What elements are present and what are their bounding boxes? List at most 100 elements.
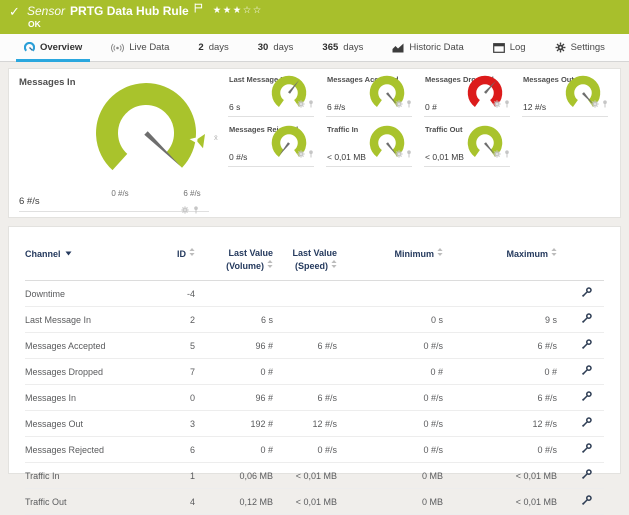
channel-name: Messages In <box>25 385 147 411</box>
tab-365-days[interactable]: 365days <box>314 34 371 61</box>
pin-icon[interactable] <box>406 95 412 113</box>
table-row[interactable]: Messages In096 #6 #/s0 #/s6 #/s <box>25 385 604 411</box>
last-value-speed <box>273 359 337 385</box>
channel-settings-icon[interactable] <box>581 313 592 326</box>
gauge-value: 6 #/s <box>19 196 40 207</box>
col-header-minimum[interactable]: Minimum <box>337 239 443 281</box>
sort-icon <box>551 247 557 259</box>
tab-bar: Overview Live Data 2days 30days 365days Histo… <box>0 34 629 62</box>
gear-icon[interactable] <box>591 95 599 113</box>
primary-channel-gauge[interactable]: Messages In 0 #/s 6 #/s 6 #/s x̄ <box>9 69 228 217</box>
table-row[interactable]: Messages Rejected60 #0 #/s0 #/s0 #/s <box>25 437 604 463</box>
table-row[interactable]: Messages Accepted596 #6 #/s0 #/s6 #/s <box>25 333 604 359</box>
mini-gauge-actions <box>493 95 510 113</box>
gauge-scale-max: 6 #/s <box>171 189 213 198</box>
last-value-speed: 12 #/s <box>273 411 337 437</box>
gauge-traffic-in[interactable]: Traffic In< 0,01 MB <box>326 123 412 167</box>
col-header-id[interactable]: ID <box>147 239 195 281</box>
col-header-maximum[interactable]: Maximum <box>443 239 557 281</box>
table-row[interactable]: Traffic In10,06 MB< 0,01 MB0 MB< 0,01 MB <box>25 463 604 489</box>
pin-icon[interactable] <box>504 145 510 163</box>
pin-icon[interactable] <box>193 201 199 219</box>
channel-settings-icon[interactable] <box>581 495 592 508</box>
pin-icon[interactable] <box>308 95 314 113</box>
gauge-actions <box>181 201 199 219</box>
tab-log[interactable]: Log <box>485 34 534 61</box>
flag-icon[interactable] <box>194 2 203 16</box>
last-value-speed: 0 #/s <box>273 437 337 463</box>
gear-icon[interactable] <box>493 95 501 113</box>
channel-settings-icon[interactable] <box>581 391 592 404</box>
gear-icon[interactable] <box>297 145 305 163</box>
channel-settings-icon[interactable] <box>581 339 592 352</box>
gauge-scale-min: 0 #/s <box>102 189 138 198</box>
channel-id: 6 <box>147 437 195 463</box>
pin-icon[interactable] <box>308 145 314 163</box>
gear-icon[interactable] <box>181 201 189 219</box>
minimum-value <box>337 281 443 307</box>
status-badge: OK <box>28 19 41 29</box>
pin-icon[interactable] <box>406 145 412 163</box>
mini-gauge-actions <box>297 145 314 163</box>
gear-icon[interactable] <box>493 145 501 163</box>
channel-settings-icon[interactable] <box>581 417 592 430</box>
tab-overview[interactable]: Overview <box>16 34 90 61</box>
gauge-messages-rejected[interactable]: Messages Rejected0 #/s <box>228 123 314 167</box>
status-ok-check-icon: ✓ <box>9 4 20 20</box>
tab-settings[interactable]: Settings <box>547 34 613 61</box>
tab-historic-data[interactable]: Historic Data <box>384 34 471 61</box>
gauges-panel: Messages In 0 #/s 6 #/s 6 #/s x̄ Last Me… <box>8 68 621 218</box>
tab-30-days[interactable]: 30days <box>250 34 302 61</box>
minimum-value: 0 # <box>337 359 443 385</box>
table-row[interactable]: Downtime-4 <box>25 281 604 307</box>
channel-name: Traffic In <box>25 463 147 489</box>
priority-stars[interactable]: ★★★☆☆ <box>213 5 263 16</box>
tab-number: 365 <box>322 42 338 53</box>
gauge-messages-out[interactable]: Messages Out12 #/s <box>522 73 608 117</box>
gauge-traffic-out[interactable]: Traffic Out< 0,01 MB <box>424 123 510 167</box>
mini-gauge-value: 12 #/s <box>523 102 546 112</box>
channel-settings-icon[interactable] <box>581 365 592 378</box>
channel-id: 0 <box>147 385 195 411</box>
channel-id: 2 <box>147 307 195 333</box>
last-value-volume <box>195 281 273 307</box>
channel-settings-icon[interactable] <box>581 469 592 482</box>
channel-id: 7 <box>147 359 195 385</box>
channel-name: Messages Dropped <box>25 359 147 385</box>
gauge-messages-accepted[interactable]: Messages Accepted6 #/s <box>326 73 412 117</box>
gauge-max-marker-icon: x̄ <box>214 133 218 142</box>
broadcast-icon <box>111 43 124 53</box>
gauge-last-message-in[interactable]: Last Message In6 s <box>228 73 314 117</box>
table-row[interactable]: Traffic Out40,12 MB< 0,01 MB0 MB< 0,01 M… <box>25 489 604 515</box>
col-header-channel[interactable]: Channel <box>25 239 147 281</box>
col-header-label: Channel <box>25 249 61 259</box>
gauge-messages-dropped[interactable]: Messages Dropped0 # <box>424 73 510 117</box>
channel-name: Last Message In <box>25 307 147 333</box>
channel-name: Messages Out <box>25 411 147 437</box>
channel-id: 3 <box>147 411 195 437</box>
gear-icon[interactable] <box>297 95 305 113</box>
maximum-value: 12 #/s <box>443 411 557 437</box>
last-value-speed: < 0,01 MB <box>273 489 337 515</box>
table-row[interactable]: Messages Dropped70 #0 #0 # <box>25 359 604 385</box>
col-header-last-value-volume[interactable]: Last Value (Volume) <box>195 239 273 281</box>
tab-number: 2 <box>198 42 203 53</box>
last-value-volume: 96 # <box>195 333 273 359</box>
gear-icon[interactable] <box>395 95 403 113</box>
channel-settings-icon[interactable] <box>581 443 592 456</box>
minimum-value: 0 #/s <box>337 411 443 437</box>
tab-live-data[interactable]: Live Data <box>103 34 177 61</box>
sort-icon <box>331 259 337 271</box>
channel-settings-icon[interactable] <box>581 287 592 300</box>
tab-2-days[interactable]: 2days <box>190 34 236 61</box>
mini-gauge-value: 6 s <box>229 102 240 112</box>
gear-icon[interactable] <box>395 145 403 163</box>
pin-icon[interactable] <box>504 95 510 113</box>
pin-icon[interactable] <box>602 95 608 113</box>
gauge-icon <box>24 42 35 53</box>
table-row[interactable]: Messages Out3192 #12 #/s0 #/s12 #/s <box>25 411 604 437</box>
channel-name: Downtime <box>25 281 147 307</box>
table-row[interactable]: Last Message In26 s0 s9 s <box>25 307 604 333</box>
col-header-last-value-speed[interactable]: Last Value (Speed) <box>273 239 337 281</box>
channel-id: -4 <box>147 281 195 307</box>
